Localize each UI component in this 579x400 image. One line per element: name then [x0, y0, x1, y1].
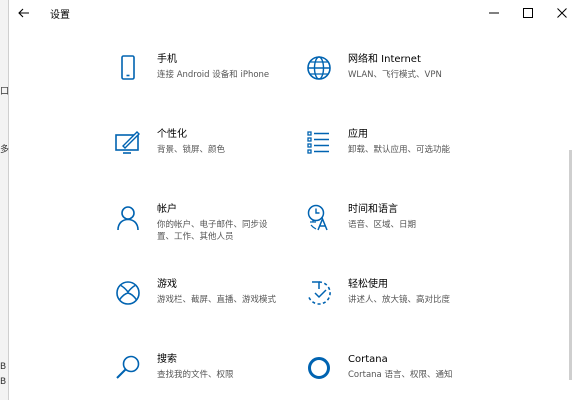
tile-label: 帐户	[157, 204, 177, 215]
arrow-left-icon	[18, 8, 29, 18]
background-char: B	[0, 362, 7, 372]
background-char: B	[0, 377, 7, 387]
tile-label: 网络和 Internet	[348, 54, 421, 65]
tile-label: 游戏	[157, 279, 177, 290]
apps-list-icon	[304, 128, 334, 158]
tile-description: 游戏栏、截屏、直播、游戏模式	[157, 295, 277, 305]
globe-icon	[304, 53, 334, 83]
background-window-edge: 口 多 B B	[0, 0, 9, 400]
personalization-icon	[113, 128, 143, 158]
ease-of-access-icon	[304, 278, 334, 308]
phone-icon	[113, 53, 143, 83]
time-language-icon	[304, 203, 334, 233]
maximize-icon	[523, 8, 533, 18]
maximize-button[interactable]	[511, 0, 545, 26]
tile-label: Cortana	[348, 354, 388, 365]
settings-tile-search[interactable]: 搜索 查找我的文件、权限	[113, 353, 234, 383]
settings-tile-time-language[interactable]: 时间和语言 语音、区域、日期	[304, 203, 416, 233]
close-icon	[557, 8, 567, 18]
settings-tile-ease-of-access[interactable]: 轻松使用 讲述人、放大镜、高对比度	[304, 278, 450, 308]
settings-tile-phone[interactable]: 手机 连接 Android 设备和 iPhone	[113, 53, 269, 83]
window-controls	[477, 0, 579, 26]
background-char: 口	[0, 87, 10, 97]
tile-label: 时间和语言	[348, 204, 398, 215]
tile-description: 连接 Android 设备和 iPhone	[157, 70, 270, 80]
tile-description: 查找我的文件、权限	[157, 370, 234, 380]
person-icon	[113, 203, 143, 233]
tile-description: 讲述人、放大镜、高对比度	[348, 295, 451, 305]
tile-description: 语音、区域、日期	[348, 220, 417, 230]
close-button[interactable]	[545, 0, 579, 26]
tile-label: 手机	[157, 54, 177, 65]
tile-label: 个性化	[157, 129, 187, 140]
search-icon	[113, 353, 143, 383]
xbox-icon	[113, 278, 143, 308]
settings-tile-accounts[interactable]: 帐户 你的帐户、电子邮件、同步设置、工作、其他人员	[113, 203, 277, 243]
cortana-icon	[304, 353, 334, 383]
minimize-icon	[489, 12, 499, 14]
tile-description: WLAN、飞行模式、VPN	[348, 70, 442, 80]
settings-tile-personalization[interactable]: 个性化 背景、锁屏、颜色	[113, 128, 225, 158]
tile-label: 轻松使用	[348, 279, 388, 290]
tile-label: 应用	[348, 129, 368, 140]
tile-description: 你的帐户、电子邮件、同步设置、工作、其他人员	[157, 220, 268, 242]
settings-tile-gaming[interactable]: 游戏 游戏栏、截屏、直播、游戏模式	[113, 278, 276, 308]
tile-description: 卸载、默认应用、可选功能	[348, 145, 451, 155]
settings-tile-network[interactable]: 网络和 Internet WLAN、飞行模式、VPN	[304, 53, 442, 83]
back-button[interactable]	[10, 0, 38, 26]
tile-description: Cortana 语言、权限、通知	[348, 370, 453, 380]
tile-description: 背景、锁屏、颜色	[157, 145, 226, 155]
scrollbar[interactable]	[569, 150, 572, 380]
settings-tile-cortana[interactable]: Cortana Cortana 语言、权限、通知	[304, 353, 452, 383]
window-title: 设置	[50, 9, 70, 21]
minimize-button[interactable]	[477, 0, 511, 26]
tile-label: 搜索	[157, 354, 177, 365]
settings-tile-apps[interactable]: 应用 卸载、默认应用、可选功能	[304, 128, 450, 158]
background-char: 多	[0, 145, 10, 155]
